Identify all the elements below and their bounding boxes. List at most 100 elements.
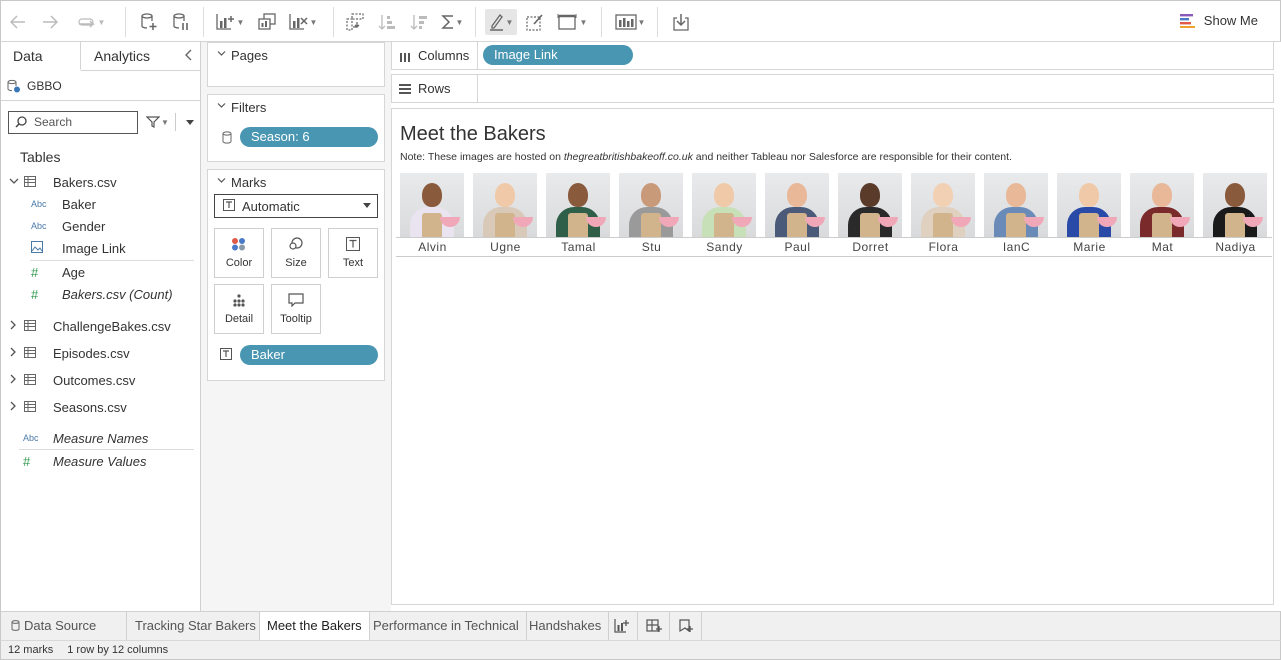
- tab-performance-in-technical[interactable]: Performance in Technical: [366, 612, 527, 640]
- baker-card[interactable]: Paul: [761, 173, 834, 257]
- tooltip-button[interactable]: Tooltip: [271, 284, 321, 334]
- baker-card[interactable]: Nadiya: [1199, 173, 1272, 257]
- mark-type-value: Automatic: [242, 198, 300, 214]
- size-button[interactable]: Size: [271, 228, 321, 278]
- table-bakers[interactable]: Bakers.csv: [1, 171, 200, 193]
- detail-label: Detail: [224, 313, 254, 325]
- datasource-name: GBBO: [27, 78, 62, 93]
- columns-shelf[interactable]: Columns Image Link: [391, 41, 1274, 70]
- chevron-right-icon[interactable]: [9, 374, 17, 387]
- redo-icon[interactable]: ▼: [69, 9, 113, 35]
- search-placeholder: Search: [34, 115, 73, 129]
- sort-descending-icon[interactable]: [407, 9, 431, 35]
- baker-card[interactable]: Mat: [1126, 173, 1199, 257]
- color-button[interactable]: Color: [214, 228, 264, 278]
- field-item[interactable]: # Measure Values: [1, 450, 200, 472]
- show-me-button[interactable]: Show Me: [1179, 13, 1258, 28]
- baker-card[interactable]: Tamal: [542, 173, 615, 257]
- filters-title-label: Filters: [231, 100, 267, 115]
- field-name: Measure Names: [53, 430, 149, 446]
- detail-button[interactable]: Detail: [214, 284, 264, 334]
- field-item[interactable]: Abc Measure Names: [1, 427, 200, 449]
- tab-handshakes[interactable]: Handshakes: [522, 612, 610, 640]
- baker-card[interactable]: Dorret: [834, 173, 907, 257]
- clear-sheet-icon[interactable]: ▼: [287, 9, 319, 35]
- field-item[interactable]: Abc Gender: [1, 215, 200, 237]
- presentation-icon[interactable]: ▼: [613, 9, 647, 35]
- fit-icon[interactable]: ▼: [555, 9, 589, 35]
- table-name: ChallengeBakes.csv: [53, 319, 171, 334]
- baker-card[interactable]: IanC: [980, 173, 1053, 257]
- chevron-down-icon[interactable]: [217, 101, 226, 112]
- duplicate-sheet-icon[interactable]: [255, 9, 279, 35]
- highlight-icon[interactable]: ▼: [485, 9, 517, 35]
- tab-data[interactable]: Data: [1, 42, 81, 71]
- table-item[interactable]: Episodes.csv: [1, 340, 200, 367]
- worksheet-view[interactable]: Meet the Bakers Note: These images are h…: [391, 108, 1274, 605]
- rows-label-text: Rows: [418, 81, 451, 96]
- new-worksheet-icon[interactable]: ▼: [215, 9, 245, 35]
- baker-card[interactable]: Marie: [1053, 173, 1126, 257]
- tab-data-source[interactable]: Data Source: [1, 612, 127, 640]
- tab-tracking-star-bakers[interactable]: Tracking Star Bakers: [128, 612, 264, 640]
- chevron-right-icon[interactable]: [9, 347, 17, 360]
- image-type-icon: [31, 241, 43, 255]
- field-item[interactable]: # Age: [1, 261, 200, 283]
- baker-card[interactable]: Sandy: [688, 173, 761, 257]
- detail-icon: [233, 294, 245, 307]
- text-pill-baker[interactable]: Baker: [240, 345, 378, 365]
- new-story-tab-icon[interactable]: [670, 612, 702, 640]
- sort-ascending-icon[interactable]: [375, 9, 399, 35]
- pane-menu-icon[interactable]: [185, 119, 194, 125]
- new-worksheet-tab-icon[interactable]: [606, 612, 638, 640]
- text-label: Text: [342, 257, 364, 269]
- search-input[interactable]: Search: [8, 110, 138, 134]
- pause-updates-icon[interactable]: [169, 9, 193, 35]
- baker-card[interactable]: Alvin: [396, 173, 469, 257]
- table-icon: [24, 373, 36, 388]
- filters-card[interactable]: Filters Season: 6: [207, 94, 385, 162]
- data-pane: Data Analytics GBBO Search ▼ Tables Bake…: [0, 42, 201, 611]
- totals-icon[interactable]: ▼: [439, 9, 465, 35]
- chevron-down-icon[interactable]: [217, 49, 226, 60]
- other-tables: ChallengeBakes.csv Episodes.csv Outcomes.c…: [1, 313, 200, 421]
- chevron-down-icon[interactable]: [217, 176, 226, 187]
- table-item[interactable]: ChallengeBakes.csv: [1, 313, 200, 340]
- field-name: Measure Values: [53, 453, 147, 469]
- field-item[interactable]: Image Link: [1, 237, 200, 259]
- new-datasource-icon[interactable]: [137, 9, 161, 35]
- baker-name: IanC: [1002, 240, 1031, 254]
- label-icon[interactable]: [523, 9, 547, 35]
- chevron-down-icon[interactable]: [9, 176, 19, 188]
- baker-card[interactable]: Stu: [615, 173, 688, 257]
- marks-card: Marks Automatic Color Size Text Detail T…: [207, 169, 385, 381]
- field-item[interactable]: Abc Baker: [1, 193, 200, 215]
- filter-fields-button[interactable]: ▼: [146, 116, 169, 128]
- tab-analytics[interactable]: Analytics: [81, 42, 181, 71]
- datasource-item[interactable]: GBBO: [1, 71, 200, 101]
- share-icon[interactable]: [669, 9, 693, 35]
- toolbar: ▼ ▼ ▼ ▼ ▼ ▼ ▼ Show Me: [0, 0, 1281, 42]
- rows-shelf[interactable]: Rows: [391, 74, 1274, 103]
- field-item[interactable]: # Bakers.csv (Count): [1, 283, 200, 305]
- filter-pill-season[interactable]: Season: 6: [240, 127, 378, 147]
- baker-card[interactable]: Ugne: [469, 173, 542, 257]
- chevron-right-icon[interactable]: [9, 401, 17, 414]
- mark-type-select[interactable]: Automatic: [214, 194, 378, 218]
- back-arrow-icon[interactable]: [7, 9, 29, 35]
- pages-card[interactable]: Pages: [207, 42, 385, 87]
- collapse-pane-icon[interactable]: [185, 48, 193, 64]
- text-button[interactable]: Text: [328, 228, 378, 278]
- baker-card[interactable]: Flora: [907, 173, 980, 257]
- tab-meet-the-bakers[interactable]: Meet the Bakers: [259, 612, 370, 640]
- columns-pill-image-link[interactable]: Image Link: [483, 45, 633, 65]
- table-icon: [24, 346, 36, 361]
- chevron-right-icon[interactable]: [9, 320, 17, 333]
- baker-photo: [619, 173, 683, 237]
- swap-icon[interactable]: [343, 9, 367, 35]
- search-separator: [174, 113, 176, 131]
- new-dashboard-tab-icon[interactable]: [638, 612, 670, 640]
- forward-arrow-icon[interactable]: [39, 9, 61, 35]
- table-item[interactable]: Seasons.csv: [1, 394, 200, 421]
- table-item[interactable]: Outcomes.csv: [1, 367, 200, 394]
